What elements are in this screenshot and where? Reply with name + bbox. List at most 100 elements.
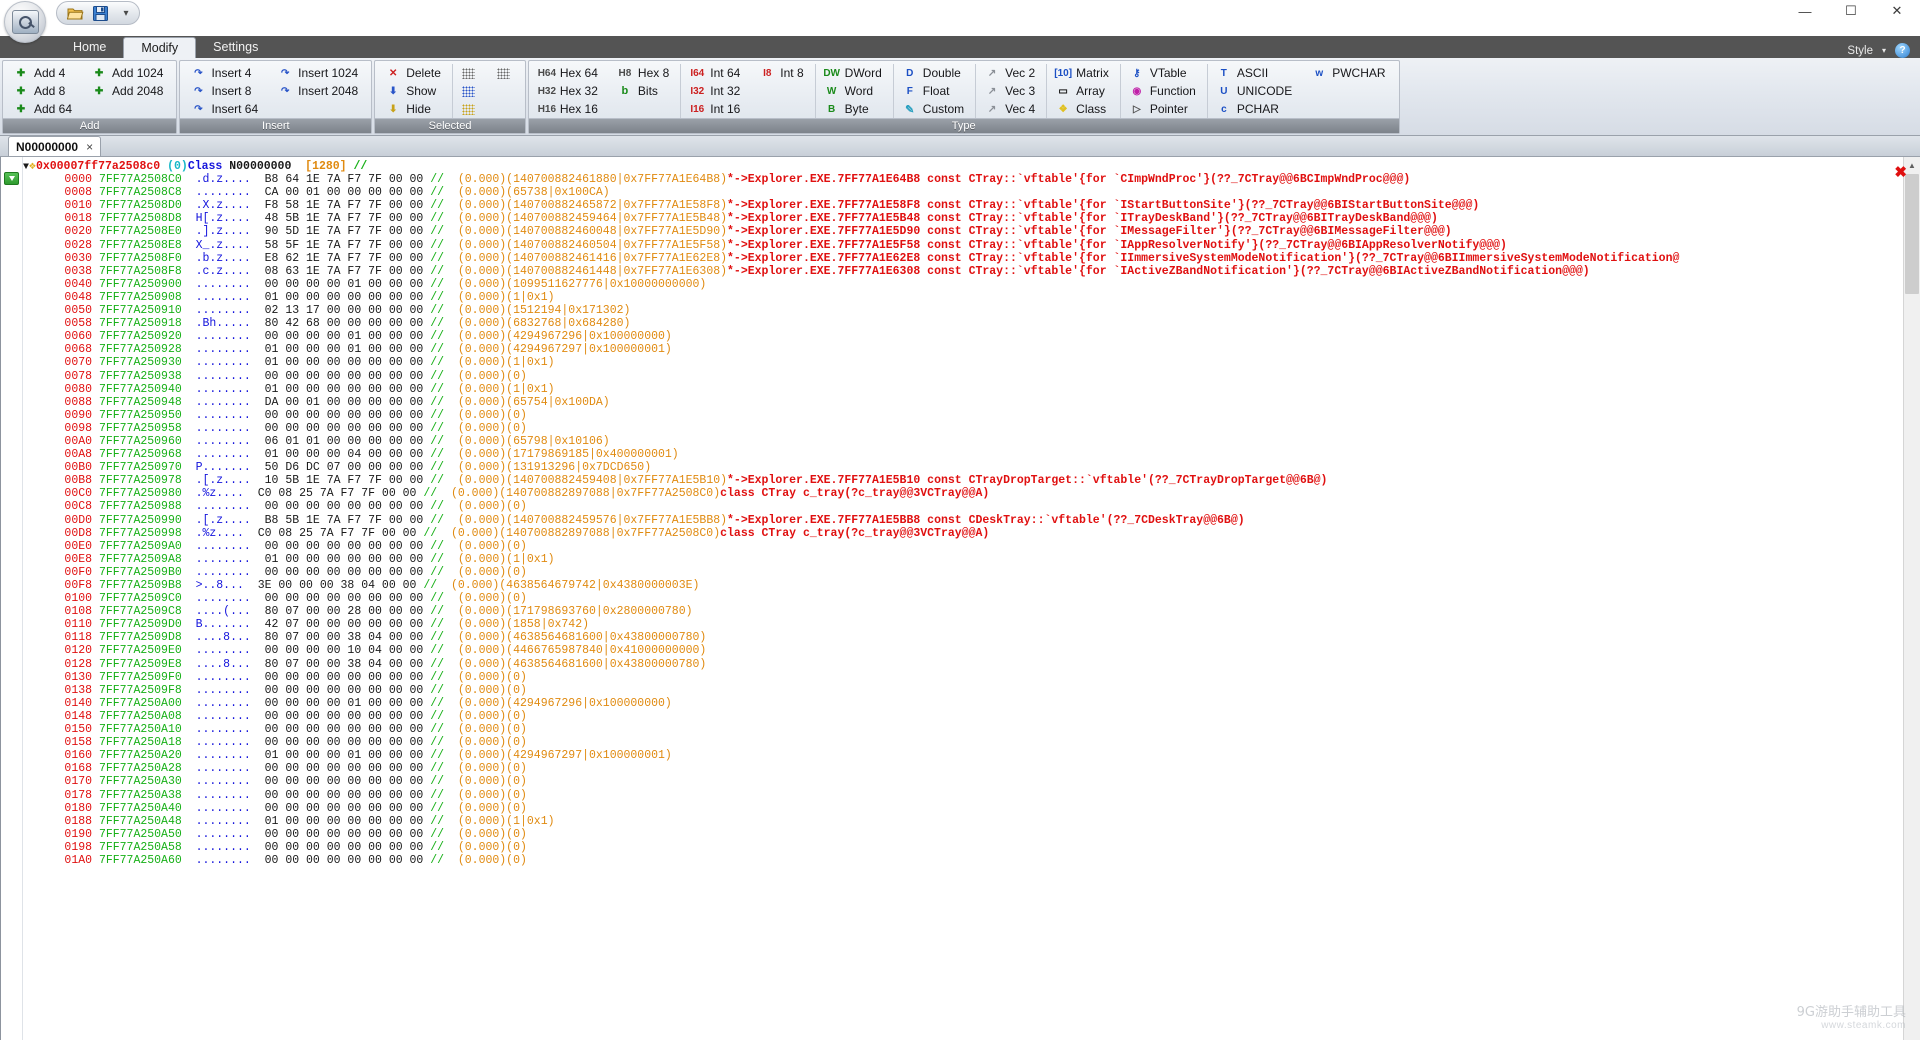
pointer-button[interactable]: ▷ Pointer [1125, 100, 1203, 118]
hex-row[interactable]: 0118 7FF77A2509D8 ....8... 80 07 00 00 3… [23, 631, 1920, 644]
hex-row[interactable]: 0038 7FF77A2508F8 .c.z.... 08 63 1E 7A F… [23, 265, 1920, 278]
node-header-row[interactable]: ▼❖0x00007ff77a2508c0 (0)Class N00000000 … [23, 160, 1920, 173]
hex-row[interactable]: 0078 7FF77A250938 ........ 00 00 00 00 0… [23, 370, 1920, 383]
close-icon[interactable]: × [86, 140, 93, 154]
hex-row[interactable]: 0080 7FF77A250940 ........ 01 00 00 00 0… [23, 383, 1920, 396]
add-1024-button[interactable]: ✚ Add 1024 [87, 64, 170, 82]
close-node-icon[interactable]: ✖ [1894, 163, 1907, 181]
doctab-n00000000[interactable]: N00000000 × [8, 136, 101, 156]
vec-4-button[interactable]: ↗ Vec 4 [980, 100, 1042, 118]
word-button[interactable]: W Word [820, 82, 889, 100]
insert-8-button[interactable]: ↷ Insert 8 [186, 82, 265, 100]
show-button[interactable]: ⬇ Show [381, 82, 448, 100]
hex-row[interactable]: 0068 7FF77A250928 ........ 01 00 00 00 0… [23, 343, 1920, 356]
matrix-button[interactable]: [10] Matrix [1051, 64, 1116, 82]
hex-row[interactable]: 01A0 7FF77A250A60 ........ 00 00 00 00 0… [23, 854, 1920, 867]
app-menu-button[interactable] [4, 1, 46, 43]
hex-row[interactable]: 00E8 7FF77A2509A8 ........ 01 00 00 00 0… [23, 553, 1920, 566]
save-icon[interactable] [90, 4, 110, 23]
hex-row[interactable]: 00D0 7FF77A250990 .[.z.... B8 5B 1E 7A F… [23, 514, 1920, 527]
hex-row[interactable]: 00D8 7FF77A250998 .%z.... C0 08 25 7A F7… [23, 527, 1920, 540]
hex-row[interactable]: 0178 7FF77A250A38 ........ 00 00 00 00 0… [23, 789, 1920, 802]
hex-row[interactable]: 00A0 7FF77A250960 ........ 06 01 01 00 0… [23, 435, 1920, 448]
hex-row[interactable]: 00F0 7FF77A2509B0 ........ 00 00 00 00 0… [23, 566, 1920, 579]
maximize-button[interactable]: ☐ [1828, 0, 1874, 22]
hex-row[interactable]: 0040 7FF77A250900 ........ 00 00 00 00 0… [23, 278, 1920, 291]
class-button[interactable]: ❖ Class [1051, 100, 1116, 118]
insert-1024-button[interactable]: ↷ Insert 1024 [273, 64, 365, 82]
collapse-all-button[interactable] [457, 64, 484, 82]
customize-quick-access-button[interactable]: ▾ [119, 4, 133, 22]
hex-row[interactable]: 0120 7FF77A2509E0 ........ 00 00 00 00 1… [23, 644, 1920, 657]
array-button[interactable]: ▭ Array [1051, 82, 1116, 100]
vtable-button[interactable]: ⚷ VTable [1125, 64, 1203, 82]
hex-16-button[interactable]: H16 Hex 16 [535, 100, 605, 118]
hex-row[interactable]: 0020 7FF77A2508E0 .].z.... 90 5D 1E 7A F… [23, 225, 1920, 238]
hex-row[interactable]: 0158 7FF77A250A18 ........ 00 00 00 00 0… [23, 736, 1920, 749]
hex-row[interactable]: 00C0 7FF77A250980 .%z.... C0 08 25 7A F7… [23, 487, 1920, 500]
unicode-button[interactable]: U UNICODE [1212, 82, 1299, 100]
vertical-scroll-thumb[interactable] [1905, 174, 1919, 294]
hex-row[interactable]: 0168 7FF77A250A28 ........ 00 00 00 00 0… [23, 762, 1920, 775]
hex-row[interactable]: 0048 7FF77A250908 ........ 01 00 00 00 0… [23, 291, 1920, 304]
ascii-button[interactable]: T ASCII [1212, 64, 1299, 82]
byte-button[interactable]: B Byte [820, 100, 889, 118]
hex-32-button[interactable]: H32 Hex 32 [535, 82, 605, 100]
tab-settings[interactable]: Settings [196, 37, 275, 58]
hex-row[interactable]: 0028 7FF77A2508E8 X_.z.... 58 5F 1E 7A F… [23, 239, 1920, 252]
close-button[interactable]: ✕ [1874, 0, 1920, 22]
vec-3-button[interactable]: ↗ Vec 3 [980, 82, 1042, 100]
int-32-button[interactable]: I32 Int 32 [685, 82, 747, 100]
hex-row[interactable]: 00F8 7FF77A2509B8 >..8... 3E 00 00 00 38… [23, 579, 1920, 592]
insert-4-button[interactable]: ↷ Insert 4 [186, 64, 265, 82]
tab-home[interactable]: Home [56, 37, 123, 58]
pwchar-button[interactable]: w PWCHAR [1307, 64, 1392, 82]
add-2048-button[interactable]: ✚ Add 2048 [87, 82, 170, 100]
add-8-button[interactable]: ✚ Add 8 [9, 82, 79, 100]
hex-row[interactable]: 0188 7FF77A250A48 ........ 01 00 00 00 0… [23, 815, 1920, 828]
tab-modify[interactable]: Modify [123, 37, 196, 58]
hex-row[interactable]: 00B8 7FF77A250978 .[.z.... 10 5B 1E 7A F… [23, 474, 1920, 487]
int-8-button[interactable]: I8 Int 8 [755, 64, 810, 82]
bits-button[interactable]: b Bits [613, 82, 676, 100]
hex-row[interactable]: 0090 7FF77A250950 ........ 00 00 00 00 0… [23, 409, 1920, 422]
hex-row[interactable]: 0070 7FF77A250930 ........ 01 00 00 00 0… [23, 356, 1920, 369]
hex-row[interactable]: 00B0 7FF77A250970 P....... 50 D6 DC 07 0… [23, 461, 1920, 474]
int-16-button[interactable]: I16 Int 16 [685, 100, 747, 118]
hex-row[interactable]: 0060 7FF77A250920 ........ 00 00 00 00 0… [23, 330, 1920, 343]
hex-row[interactable]: 0170 7FF77A250A30 ........ 00 00 00 00 0… [23, 775, 1920, 788]
hex-row[interactable]: 0000 7FF77A2508C0 .d.z.... B8 64 1E 7A F… [23, 173, 1920, 186]
hex-row[interactable]: 0150 7FF77A250A10 ........ 00 00 00 00 0… [23, 723, 1920, 736]
hex-row[interactable]: 00E0 7FF77A2509A0 ........ 00 00 00 00 0… [23, 540, 1920, 553]
hex-row[interactable]: 0180 7FF77A250A40 ........ 00 00 00 00 0… [23, 802, 1920, 815]
add-64-button[interactable]: ✚ Add 64 [9, 100, 79, 118]
hex-row[interactable]: 0088 7FF77A250948 ........ DA 00 01 00 0… [23, 396, 1920, 409]
vertical-scrollbar[interactable]: ▲ ▼ [1903, 157, 1920, 1040]
hex-row[interactable]: 0108 7FF77A2509C8 ....(... 80 07 00 00 2… [23, 605, 1920, 618]
hex-row[interactable]: 0160 7FF77A250A20 ........ 01 00 00 00 0… [23, 749, 1920, 762]
hex-row[interactable]: 0128 7FF77A2509E8 ....8... 80 07 00 00 3… [23, 658, 1920, 671]
custom-button[interactable]: ✎ Custom [898, 100, 971, 118]
vec-2-button[interactable]: ↗ Vec 2 [980, 64, 1042, 82]
double-button[interactable]: D Double [898, 64, 971, 82]
hex-8-button[interactable]: H8 Hex 8 [613, 64, 676, 82]
hex-row[interactable]: 0148 7FF77A250A08 ........ 00 00 00 00 0… [23, 710, 1920, 723]
add-4-button[interactable]: ✚ Add 4 [9, 64, 79, 82]
hex-row[interactable]: 0058 7FF77A250918 .Bh..... 80 42 68 00 0… [23, 317, 1920, 330]
int-64-button[interactable]: I64 Int 64 [685, 64, 747, 82]
collapse-selected-button[interactable] [492, 64, 519, 82]
open-icon[interactable] [65, 4, 85, 23]
delete-button[interactable]: ✕ Delete [381, 64, 448, 82]
hex-row[interactable]: 00C8 7FF77A250988 ........ 00 00 00 00 0… [23, 500, 1920, 513]
hex-row[interactable]: 0008 7FF77A2508C8 ........ CA 00 01 00 0… [23, 186, 1920, 199]
chevron-down-icon[interactable]: ▾ [1882, 46, 1886, 55]
function-button[interactable]: ◉ Function [1125, 82, 1203, 100]
hide-button[interactable]: ⬇ Hide [381, 100, 448, 118]
dword-button[interactable]: DW DWord [820, 64, 889, 82]
expand-node-icon[interactable] [4, 172, 19, 185]
hex-row[interactable]: 0190 7FF77A250A50 ........ 00 00 00 00 0… [23, 828, 1920, 841]
float-button[interactable]: F Float [898, 82, 971, 100]
hex-row[interactable]: 0110 7FF77A2509D0 B....... 42 07 00 00 0… [23, 618, 1920, 631]
hex-row[interactable]: 0198 7FF77A250A58 ........ 00 00 00 00 0… [23, 841, 1920, 854]
insert-64-button[interactable]: ↷ Insert 64 [186, 100, 265, 118]
